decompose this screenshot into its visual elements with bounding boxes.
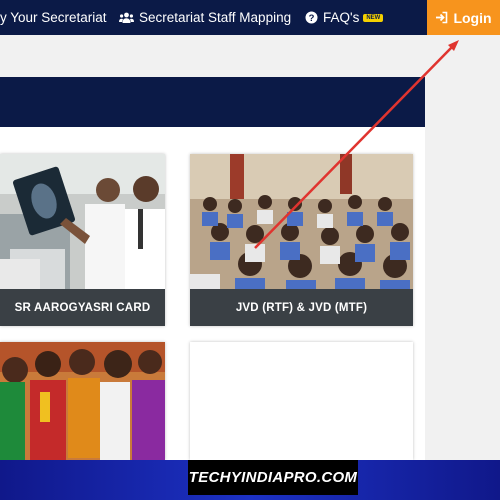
students-hall-image <box>190 154 413 289</box>
nav-item-staff-mapping[interactable]: Secretariat Staff Mapping <box>119 0 291 35</box>
nav-item-staff-mapping-label: Secretariat Staff Mapping <box>139 10 292 25</box>
card-aarogyasri[interactable]: SR AAROGYASRI CARD <box>0 154 165 326</box>
login-label: Login <box>453 9 492 26</box>
card-caption: SR AAROGYASRI CARD <box>0 289 165 326</box>
card-empty <box>190 342 413 460</box>
women-group-image <box>0 342 165 460</box>
watermark-text: TECHYINDIAPRO.COM <box>188 469 358 486</box>
nav-item-your-secretariat-label: y Your Secretariat <box>0 10 107 25</box>
watermark: TECHYINDIAPRO.COM <box>188 460 358 495</box>
sign-in-icon <box>435 11 448 24</box>
card-jvd[interactable]: JVD (RTF) & JVD (MTF) <box>190 154 413 326</box>
card-women-group[interactable] <box>0 342 165 460</box>
doctors-xray-image <box>0 154 165 289</box>
new-badge: NEW <box>363 13 384 22</box>
panel-header <box>0 77 425 127</box>
nav-item-your-secretariat[interactable]: y Your Secretariat <box>0 0 107 35</box>
users-icon <box>119 12 134 24</box>
nav-item-faqs[interactable]: ? FAQ's NEW <box>305 0 384 35</box>
svg-text:?: ? <box>309 13 315 24</box>
nav-item-faqs-label: FAQ's <box>323 10 360 25</box>
top-navbar: y Your Secretariat Secretariat Staff Map… <box>0 0 500 35</box>
login-button[interactable]: Login <box>427 0 500 35</box>
question-circle-icon: ? <box>305 11 318 24</box>
card-caption: JVD (RTF) & JVD (MTF) <box>190 289 413 326</box>
